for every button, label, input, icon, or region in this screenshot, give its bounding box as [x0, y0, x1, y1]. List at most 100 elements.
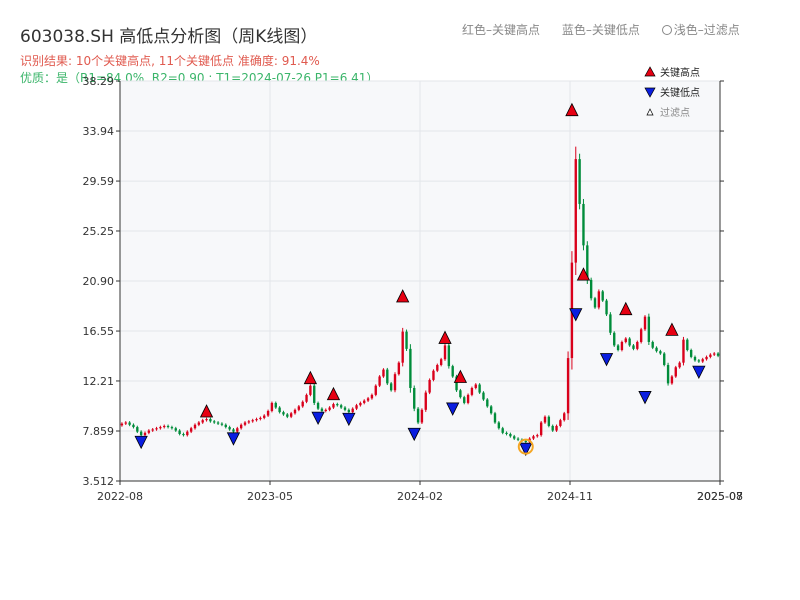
candle-body — [428, 379, 431, 393]
candle-body — [589, 279, 593, 299]
candle-body — [605, 300, 608, 315]
candle-body — [189, 428, 193, 432]
candle-body — [613, 332, 616, 346]
candle-body — [482, 392, 485, 400]
candle-body — [174, 428, 177, 431]
candle-body — [674, 367, 677, 377]
candle-body — [178, 430, 181, 434]
y-tick-label: 7.859 — [83, 425, 115, 438]
candle-body — [636, 341, 639, 349]
candle-body — [278, 407, 281, 413]
candle-body — [709, 354, 712, 357]
candle-body — [682, 339, 685, 363]
x-tick-label: 2024-11 — [547, 490, 593, 503]
candle-body — [505, 432, 508, 434]
y-tick-label: 3.512 — [83, 475, 115, 488]
legend-label: 过滤点 — [660, 106, 690, 119]
candle-body — [124, 422, 127, 424]
y-tick-label: 16.55 — [83, 325, 115, 338]
candle-body — [282, 412, 285, 415]
candle-body — [193, 424, 197, 429]
y-tick-label: 12.21 — [83, 375, 115, 388]
y-tick-label: 38.29 — [83, 75, 115, 88]
candle-body — [386, 369, 389, 384]
candle-body — [305, 394, 308, 402]
candle-body — [236, 428, 239, 432]
candle-body — [409, 348, 412, 388]
candle-body — [497, 422, 501, 429]
candle-body — [420, 409, 424, 423]
candle-body — [301, 401, 304, 407]
candle-body — [151, 429, 154, 431]
candle-body — [628, 338, 631, 346]
candle-body — [713, 353, 716, 355]
candle-body — [513, 436, 516, 439]
candle-body — [351, 408, 354, 413]
candle-body — [478, 384, 481, 393]
candle-body — [705, 356, 708, 360]
candle-body — [543, 416, 547, 423]
candle-body — [255, 419, 258, 421]
candle-body — [574, 159, 577, 263]
candle-body — [470, 387, 474, 395]
candle-body — [597, 291, 601, 308]
candle-body — [339, 405, 343, 408]
candle-body — [393, 374, 397, 391]
candle-body — [347, 409, 351, 413]
candle-body — [578, 159, 581, 204]
candle-body — [136, 427, 139, 432]
candle-body — [686, 339, 689, 351]
candle-body — [155, 428, 158, 430]
candle-body — [320, 408, 324, 411]
candle-body — [220, 423, 224, 425]
candle-body — [289, 413, 293, 417]
candle-body — [616, 345, 620, 351]
candle-body — [493, 413, 497, 423]
candle-body — [624, 338, 627, 342]
candle-body — [663, 353, 666, 365]
candle-body — [309, 385, 312, 395]
candle-body — [432, 370, 435, 380]
candle-body — [374, 385, 377, 395]
candle-body — [459, 390, 462, 398]
legend-marker — [644, 66, 656, 77]
candle-body — [228, 427, 231, 430]
candle-body — [693, 356, 697, 361]
candle-body — [536, 435, 539, 437]
candle-body — [209, 419, 212, 422]
candle-body — [651, 341, 654, 348]
candle-body — [424, 392, 427, 410]
candle-body — [563, 413, 566, 421]
candle-body — [378, 376, 381, 386]
candle-body — [451, 366, 454, 377]
candle-body — [293, 409, 297, 414]
candle-body — [182, 433, 185, 436]
candle-body — [286, 414, 289, 417]
candle-body — [170, 427, 174, 429]
candle-body — [366, 398, 370, 401]
candle-body — [620, 341, 624, 351]
candle-body — [243, 422, 247, 425]
candle-body — [474, 384, 477, 388]
candle-body — [689, 350, 693, 357]
legend-label: 关键高点 — [660, 66, 700, 79]
candle-body — [186, 431, 189, 436]
candle-body — [355, 405, 358, 409]
candle-body — [216, 422, 220, 424]
candle-body — [609, 314, 612, 333]
candle-body — [274, 402, 277, 408]
candle-body — [413, 387, 416, 409]
candle-body — [332, 404, 335, 408]
candle-body — [201, 420, 204, 423]
candle-body — [224, 424, 227, 428]
legend-label: 关键低点 — [660, 86, 700, 99]
candle-body — [336, 404, 339, 406]
candle-body — [593, 298, 597, 308]
candle-body — [697, 360, 701, 362]
candle-body — [266, 410, 270, 416]
candle-body — [466, 394, 470, 403]
candle-body — [143, 432, 147, 436]
candle-body — [205, 419, 208, 421]
candle-body — [632, 345, 635, 349]
candle-body — [397, 362, 401, 375]
